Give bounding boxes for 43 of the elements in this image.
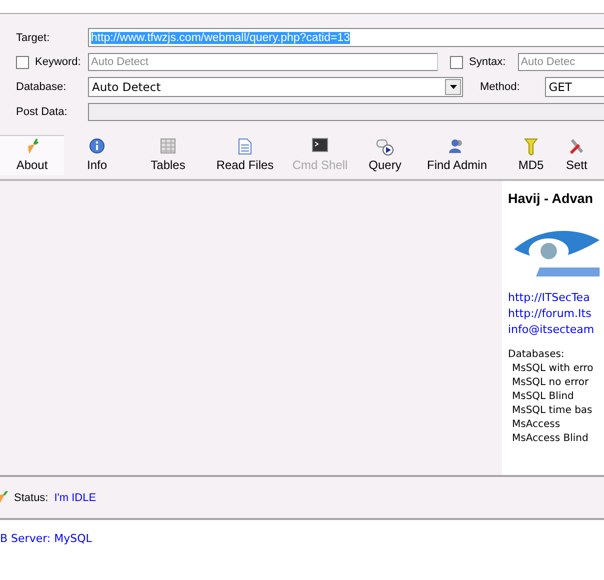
toolbar-button[interactable]: Tables	[130, 135, 206, 175]
database-item: MsSQL with erro	[511, 362, 594, 376]
carrot-icon	[0, 490, 8, 504]
toolbar-button[interactable]: Query	[356, 135, 414, 175]
query-icon	[376, 138, 394, 156]
target-label: Target:	[16, 32, 51, 44]
info-icon	[89, 138, 105, 154]
status-value: I'm IDLE	[54, 492, 96, 504]
carrot-icon	[25, 138, 39, 156]
toolbar-button[interactable]: Find Admin	[414, 135, 500, 175]
log-line: B Server: MySQL	[0, 532, 93, 545]
syntax-checkbox[interactable]	[450, 56, 463, 68]
about-link[interactable]: http://ITSecTea	[508, 290, 604, 306]
syntax-label: Syntax:	[469, 56, 506, 68]
toolbar-button[interactable]: Info	[64, 135, 130, 175]
about-link[interactable]: http://forum.Its	[508, 306, 604, 322]
syntax-field[interactable]: Auto Detec	[518, 53, 604, 71]
toolbar-button[interactable]: Sett	[562, 135, 592, 175]
document-icon	[238, 138, 252, 155]
keyword-checkbox[interactable]	[16, 56, 29, 68]
table-icon	[160, 138, 176, 154]
keyword-label: Keyword:	[35, 56, 81, 68]
method-label: Method:	[480, 81, 520, 93]
post-data-label: Post Data:	[16, 106, 68, 118]
database-dropdown[interactable]: Auto Detect	[88, 77, 463, 97]
about-title: Havij - Advan	[508, 191, 594, 206]
toolbar-button[interactable]: Read Files	[206, 135, 284, 175]
about-link[interactable]: info@itsecteam	[508, 322, 604, 338]
database-item: MsSQL Blind	[511, 390, 575, 404]
database-item: MsSQL no error	[511, 376, 590, 390]
database-item: MsSQL time bas	[511, 404, 594, 418]
database-label: Database:	[16, 81, 68, 93]
database-item: MsAccess	[511, 418, 562, 432]
database-item: MsAccess Blind	[511, 432, 590, 446]
keyword-field[interactable]: Auto Detect	[88, 53, 438, 71]
databases-label: Databases:	[508, 348, 566, 362]
toolbar-button[interactable]: MD5	[500, 135, 562, 175]
method-dropdown[interactable]: GET	[544, 77, 604, 97]
caret-icon	[450, 85, 456, 89]
tools-icon	[568, 138, 585, 156]
status-label: Status:	[14, 492, 48, 504]
terminal-icon	[312, 138, 328, 152]
toolbar-button[interactable]: About	[0, 135, 64, 175]
